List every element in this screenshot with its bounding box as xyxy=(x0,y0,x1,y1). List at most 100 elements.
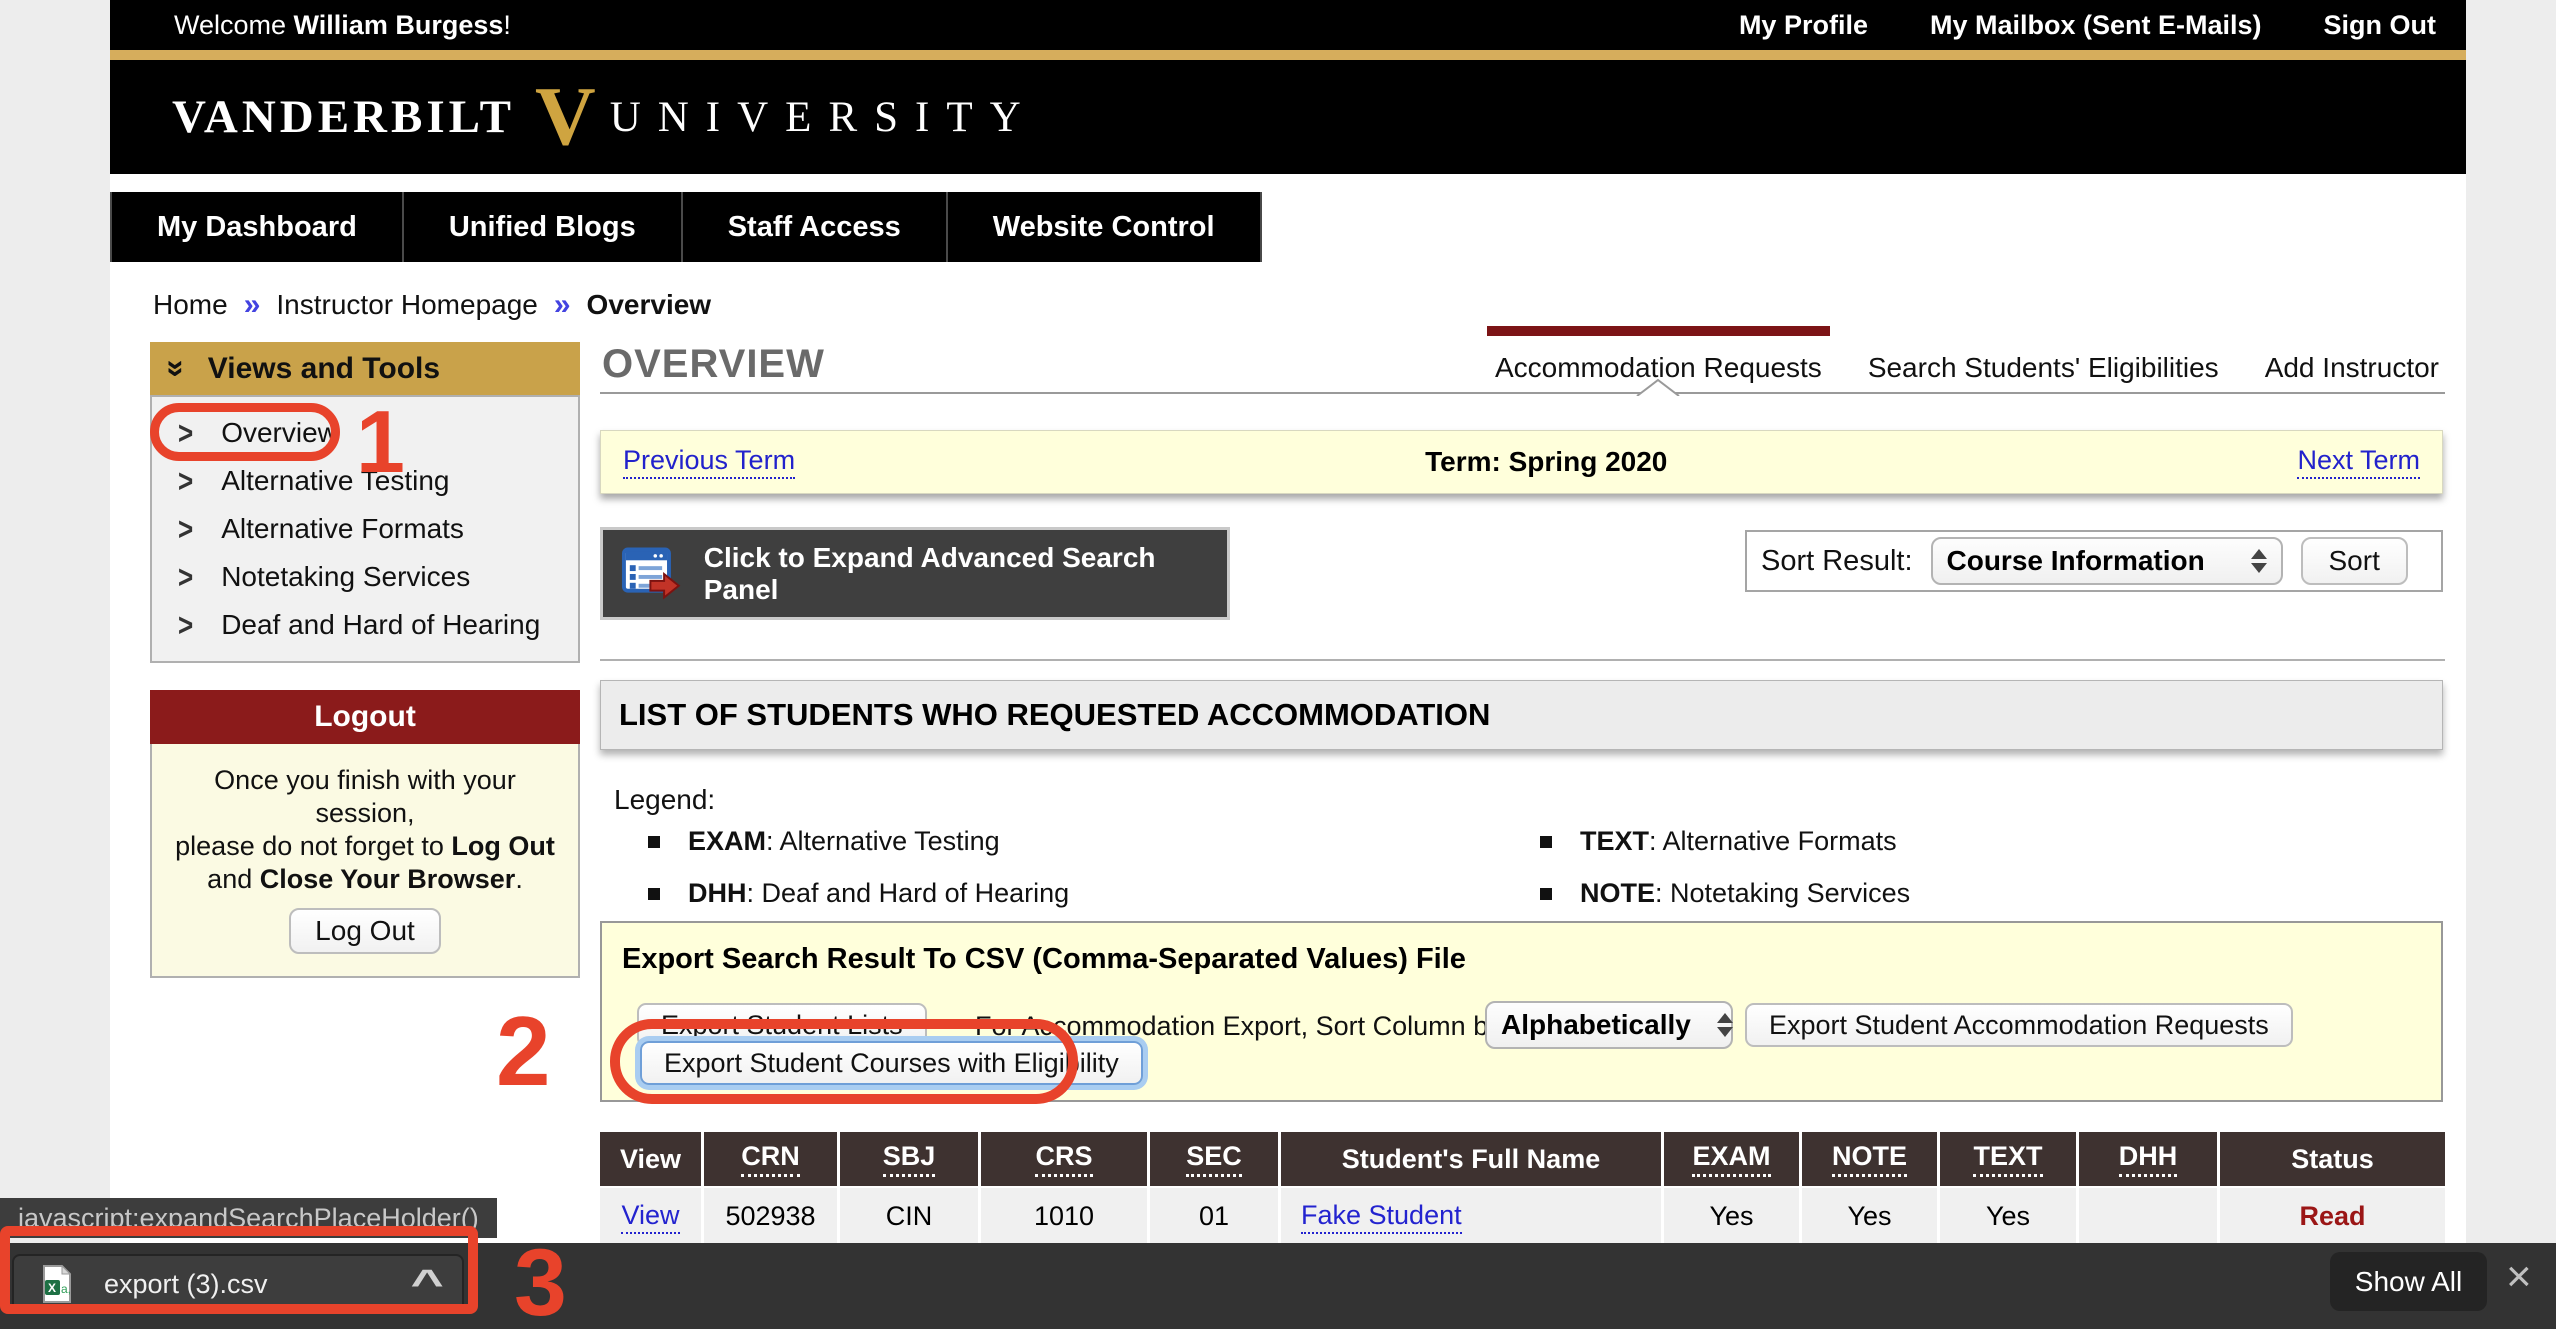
col-header-view: View xyxy=(600,1132,704,1186)
sidebar-item-label: Notetaking Services xyxy=(221,561,470,593)
cell-sec: 01 xyxy=(1150,1186,1281,1245)
section-divider-line xyxy=(600,659,2445,661)
logout-box: Logout Once you finish with your session… xyxy=(150,690,580,978)
tab-search-students-eligibilities[interactable]: Search Students' Eligibilities xyxy=(1868,352,2219,384)
cell-status: Read xyxy=(2220,1186,2445,1245)
legend-bullet-icon xyxy=(1540,836,1552,848)
annotation-number-3: 3 xyxy=(514,1236,567,1329)
breadcrumb-home[interactable]: Home xyxy=(153,289,228,321)
legend-desc: Deaf and Hard of Hearing xyxy=(762,878,1070,908)
logout-body: Once you finish with your session, pleas… xyxy=(150,744,580,978)
cell-crn: 502938 xyxy=(704,1186,840,1245)
next-term-link[interactable]: Next Term xyxy=(2297,445,2420,479)
export-panel-title: Export Search Result To CSV (Comma-Separ… xyxy=(622,943,1466,976)
annotation-circle-3 xyxy=(0,1226,478,1314)
advanced-search-icon xyxy=(621,546,682,602)
breadcrumb-instructor-homepage[interactable]: Instructor Homepage xyxy=(276,289,537,321)
active-tab-notch-icon xyxy=(1636,378,1680,396)
chevron-right-icon: > xyxy=(178,462,193,501)
legend-term: TEXT xyxy=(1580,826,1649,856)
legend-sep: : xyxy=(766,826,780,856)
logout-text-bold1: Log Out xyxy=(451,831,554,861)
view-link[interactable]: View xyxy=(621,1200,679,1234)
tab-accommodation-requests[interactable]: Accommodation Requests xyxy=(1495,352,1822,384)
logout-text-bold2: Close Your Browser xyxy=(260,864,516,894)
legend-item-dhh: DHH: Deaf and Hard of Hearing xyxy=(648,878,1069,909)
legend-item-note: NOTE: Notetaking Services xyxy=(1540,878,1910,909)
sort-button[interactable]: Sort xyxy=(2301,537,2408,585)
legend-term: DHH xyxy=(688,878,747,908)
close-shelf-icon[interactable]: × xyxy=(2506,1255,2532,1299)
breadcrumb-separator-icon: » xyxy=(244,288,261,322)
chevron-right-icon: > xyxy=(178,558,193,597)
previous-term-link[interactable]: Previous Term xyxy=(623,445,795,479)
chevron-right-icon: > xyxy=(178,510,193,549)
site-page: Welcome William Burgess! My Profile My M… xyxy=(110,0,2466,1329)
breadcrumb-separator-icon: » xyxy=(554,288,571,322)
sidebar-item-notetaking-services[interactable]: > Notetaking Services xyxy=(152,553,578,601)
logout-text-period: . xyxy=(515,864,523,894)
col-header-note: NOTE xyxy=(1802,1132,1940,1186)
sort-result-box: Sort Result: Course Information Sort xyxy=(1745,530,2443,592)
cell-exam: Yes xyxy=(1664,1186,1802,1245)
annotation-number-1: 1 xyxy=(356,398,405,486)
legend-bullet-icon xyxy=(648,836,660,848)
logout-text-line2: please do not forget to xyxy=(175,831,451,861)
sidebar-item-deaf-hard-of-hearing[interactable]: > Deaf and Hard of Hearing xyxy=(152,601,578,649)
student-name-link[interactable]: Fake Student xyxy=(1301,1200,1462,1234)
logout-text-line1: Once you finish with your session, xyxy=(214,765,516,828)
export-accommodation-requests-button[interactable]: Export Student Accommodation Requests xyxy=(1745,1003,2293,1047)
expand-advanced-search-button[interactable]: Click to Expand Advanced Search Panel xyxy=(600,527,1230,620)
legend-desc: Alternative Testing xyxy=(780,826,1000,856)
sidebar: » Views and Tools > Overview > Alternati… xyxy=(150,342,580,663)
sidebar-item-alternative-formats[interactable]: > Alternative Formats xyxy=(152,505,578,553)
col-header-dhh: DHH xyxy=(2079,1132,2220,1186)
col-header-sbj: SBJ xyxy=(840,1132,981,1186)
active-tab-indicator xyxy=(1487,326,1830,336)
select-stepper-icon xyxy=(2251,549,2267,573)
show-all-downloads-button[interactable]: Show All xyxy=(2330,1252,2487,1311)
tab-add-instructor[interactable]: Add Instructor xyxy=(2265,352,2439,384)
sort-result-selected-value: Course Information xyxy=(1947,545,2225,577)
col-header-crn: CRN xyxy=(704,1132,840,1186)
sidebar-item-label: Alternative Formats xyxy=(221,513,464,545)
cell-view: View xyxy=(600,1186,704,1245)
export-sort-select[interactable]: Alphabetically xyxy=(1485,1001,1733,1049)
user-name: William Burgess xyxy=(294,10,504,40)
brand-wordmark-left: VANDERBILT xyxy=(172,90,515,144)
log-out-button[interactable]: Log Out xyxy=(289,908,441,954)
table-row: View 502938 CIN 1010 01 Fake Student Yes… xyxy=(600,1186,2445,1245)
cell-sbj: CIN xyxy=(840,1186,981,1245)
welcome-prefix: Welcome xyxy=(174,10,294,40)
col-header-status: Status xyxy=(2220,1132,2445,1186)
vanderbilt-v-logo-icon: V xyxy=(535,75,596,159)
sidebar-header-label: Views and Tools xyxy=(208,352,440,386)
select-stepper-icon xyxy=(1717,1013,1733,1037)
collapse-chevrons-icon: » xyxy=(158,360,195,378)
page-title: OVERVIEW xyxy=(602,342,825,387)
nav-item-my-dashboard[interactable]: My Dashboard xyxy=(110,192,404,262)
col-header-sec: SEC xyxy=(1150,1132,1281,1186)
legend-bullet-icon xyxy=(1540,888,1552,900)
legend-sep: : xyxy=(1655,878,1670,908)
legend-term: EXAM xyxy=(688,826,766,856)
table-header-row: View CRN SBJ CRS SEC Student's Full Name… xyxy=(600,1132,2445,1186)
legend-bullet-icon xyxy=(648,888,660,900)
col-header-exam: EXAM xyxy=(1664,1132,1802,1186)
sidebar-item-label: Deaf and Hard of Hearing xyxy=(221,609,540,641)
export-sort-selected-value: Alphabetically xyxy=(1501,1009,1691,1041)
main-content: OVERVIEW Accommodation Requests Search S… xyxy=(600,0,2445,1329)
col-header-student-name: Student's Full Name xyxy=(1281,1132,1664,1186)
term-bar: Previous Term Term: Spring 2020 Next Ter… xyxy=(600,430,2443,494)
sidebar-header[interactable]: » Views and Tools xyxy=(150,342,580,395)
legend-sep: : xyxy=(747,878,762,908)
legend-label: Legend: xyxy=(614,784,715,816)
tab-separator-line xyxy=(600,392,2445,394)
cell-crs: 1010 xyxy=(981,1186,1150,1245)
legend-sep: : xyxy=(1649,826,1663,856)
legend-term: NOTE xyxy=(1580,878,1655,908)
sort-result-select[interactable]: Course Information xyxy=(1931,537,2283,585)
sort-result-label: Sort Result: xyxy=(1761,545,1913,578)
cell-note: Yes xyxy=(1802,1186,1940,1245)
legend-item-text: TEXT: Alternative Formats xyxy=(1540,826,1897,857)
